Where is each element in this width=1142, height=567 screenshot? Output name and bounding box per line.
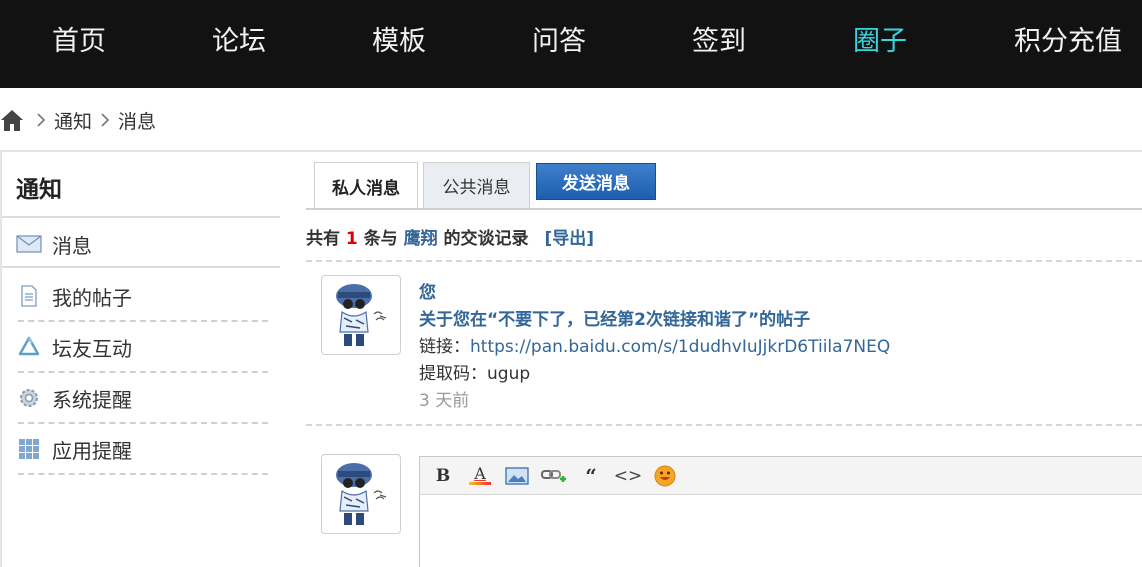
code-icon[interactable]: <> <box>613 463 643 489</box>
message-count: 1 <box>345 229 358 249</box>
sidebar-item-system-alerts[interactable]: 系统提醒 <box>16 373 266 423</box>
nav-item-forum[interactable]: 论坛 <box>212 22 266 62</box>
avatar[interactable] <box>321 275 401 355</box>
sidebar-item-label: 消息 <box>52 233 92 258</box>
message-subject[interactable]: 关于您在“不要下了，已经第2次链接和谐了”的帖子 <box>419 307 890 334</box>
summary-text: 条与 <box>363 229 398 249</box>
share-link[interactable]: https://pan.baidu.com/s/1dudhvIuJjkrD6Ti… <box>470 337 890 357</box>
link-icon[interactable] <box>539 463 569 489</box>
message-time: 3 天前 <box>419 391 470 411</box>
font-color-icon[interactable]: A <box>465 463 495 489</box>
message-link-line: 链接：https://pan.baidu.com/s/1dudhvIuJjkrD… <box>419 334 890 361</box>
divider <box>306 424 1142 426</box>
image-icon[interactable] <box>502 463 532 489</box>
nav-item-qa[interactable]: 问答 <box>532 22 586 62</box>
divider <box>306 208 1142 210</box>
extract-code: 提取码：ugup <box>419 364 531 384</box>
recycle-icon <box>16 336 42 358</box>
quote-icon[interactable]: “ <box>576 463 606 489</box>
gear-icon <box>16 387 42 409</box>
sidebar-item-interaction[interactable]: 坛友互动 <box>16 322 266 372</box>
breadcrumb-current: 消息 <box>118 110 157 133</box>
sidebar-title: 通知 <box>16 177 62 203</box>
sidebar-item-messages[interactable]: 消息 <box>16 219 266 269</box>
editor-toolbar: B A “ <> <box>420 457 1142 495</box>
summary-text: 共有 <box>306 229 340 249</box>
message-item: 您 关于您在“不要下了，已经第2次链接和谐了”的帖子 链接：https://pa… <box>419 280 890 415</box>
reply-editor: B A “ <> <box>419 456 1142 567</box>
nav-item-templates[interactable]: 模板 <box>372 22 426 62</box>
nav-item-home[interactable]: 首页 <box>52 22 106 62</box>
chevron-right-icon <box>101 113 110 127</box>
conversation-summary: 共有 1 条与 鹰翔 的交谈记录 [导出] <box>306 224 594 249</box>
conversation-user[interactable]: 鹰翔 <box>404 229 438 249</box>
grid-icon <box>16 438 42 460</box>
nav-item-checkin[interactable]: 签到 <box>692 22 746 62</box>
sidebar-item-label: 应用提醒 <box>52 438 132 463</box>
emoji-icon[interactable] <box>650 463 680 489</box>
sidebar-item-label: 系统提醒 <box>52 387 132 412</box>
sidebar-item-my-posts[interactable]: 我的帖子 <box>16 271 266 321</box>
nav-item-circle[interactable]: 圈子 <box>853 22 907 62</box>
sidebar-item-app-alerts[interactable]: 应用提醒 <box>16 424 266 474</box>
sidebar-item-label: 坛友互动 <box>52 336 132 361</box>
tab-public-messages[interactable]: 公共消息 <box>423 162 530 208</box>
sidebar-item-label: 我的帖子 <box>52 285 132 310</box>
top-nav: 首页 论坛 模板 问答 签到 圈子 积分充值 <box>0 0 1142 88</box>
envelope-icon <box>16 233 42 255</box>
link-label: 链接： <box>419 337 470 357</box>
breadcrumb-link-notifications[interactable]: 通知 <box>54 107 92 134</box>
sidebar: 通知 消息 我的帖子 坛友互动 系统提醒 应用提醒 <box>0 152 280 567</box>
home-icon[interactable] <box>0 108 24 132</box>
nav-item-recharge[interactable]: 积分充值 <box>1014 22 1122 62</box>
avatar[interactable] <box>321 454 401 534</box>
export-link[interactable]: [导出] <box>544 229 594 249</box>
message-author[interactable]: 您 <box>419 280 890 307</box>
chevron-right-icon <box>37 113 46 127</box>
bold-icon[interactable]: B <box>428 463 458 489</box>
send-message-button[interactable]: 发送消息 <box>536 163 656 200</box>
summary-text: 的交谈记录 <box>443 229 529 249</box>
breadcrumb: 通知 消息 <box>0 104 156 136</box>
divider <box>18 473 268 475</box>
tab-private-messages[interactable]: 私人消息 <box>314 162 418 210</box>
document-icon <box>16 285 42 307</box>
divider <box>306 260 1142 262</box>
